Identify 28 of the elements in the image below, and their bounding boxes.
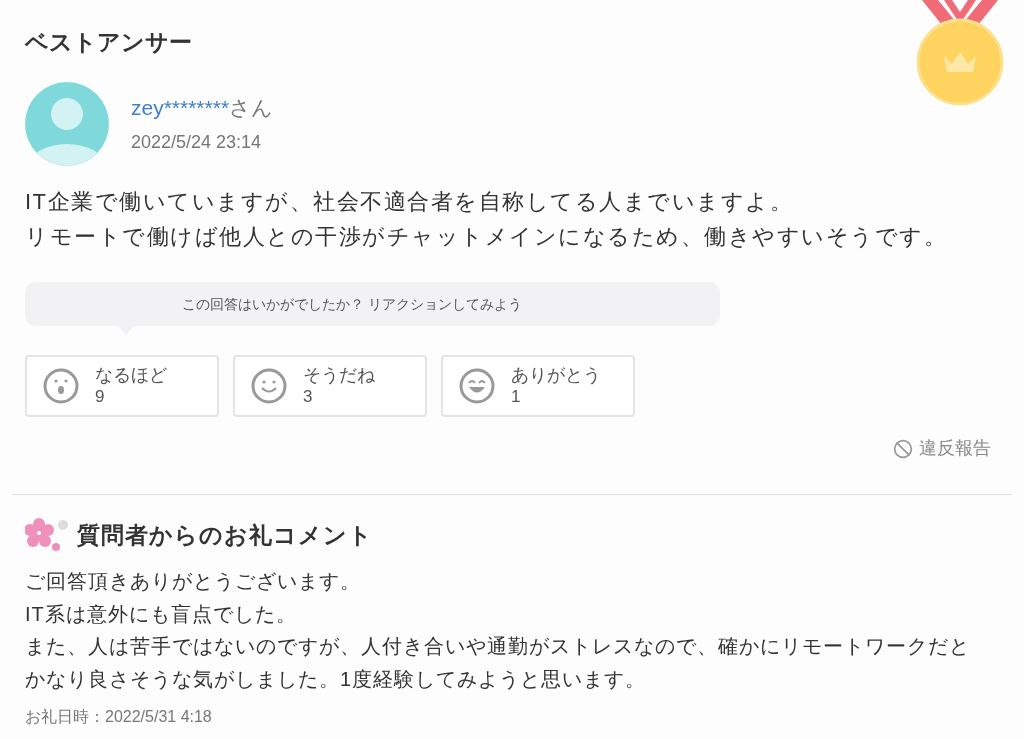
reaction-label: ありがとう [511, 365, 601, 386]
reaction-prompt: この回答はいかがでしたか？ リアクションしてみよう [182, 295, 522, 314]
answer-date: 2022/5/24 23:14 [131, 130, 262, 154]
answer-text: リモートで働けば他人との干渉がチャットメインになるため、働きやすいそうです。 [25, 223, 947, 251]
reaction-label: なるほど [95, 365, 167, 386]
prohibited-icon [893, 438, 913, 459]
thanks-text: ご回答頂きありがとうございます。 [25, 569, 362, 594]
section-heading: ベストアンサー [25, 28, 192, 57]
face-icon [251, 368, 287, 404]
thanks-text: また、人は苦手ではないのですが、人付き合いや通勤がストレスなので、確かにリモートワークだとかなり良さそうな気がしました。1度経験してみようと思います。 [25, 634, 971, 692]
answer-text: IT企業で働いていますが、社会不適合者を自称してる人までいますよ。 [25, 188, 794, 216]
reaction-count: 9 [95, 386, 106, 407]
report-link[interactable]: 違反報告 [893, 435, 991, 462]
reaction-button[interactable]: そうだね 3 [233, 355, 427, 417]
honorific: さん [229, 94, 274, 121]
thanks-text: IT系は意外にも盲点でした。 [25, 601, 298, 627]
thanks-heading: 質問者からのお礼コメント [77, 520, 373, 550]
face-icon [43, 368, 79, 404]
face-icon [459, 368, 495, 404]
reaction-count: 3 [303, 386, 314, 407]
user-name-link[interactable]: zey******** [131, 92, 230, 123]
thanks-date: お礼日時：2022/5/31 4:18 [25, 707, 212, 727]
medal-icon [916, 0, 1004, 106]
reaction-label: そうだね [303, 365, 375, 386]
reaction-button[interactable]: なるほど 9 [25, 355, 219, 417]
reaction-count: 1 [511, 386, 522, 407]
reaction-button[interactable]: ありがとう 1 [441, 355, 635, 417]
flower-icon [25, 517, 71, 553]
